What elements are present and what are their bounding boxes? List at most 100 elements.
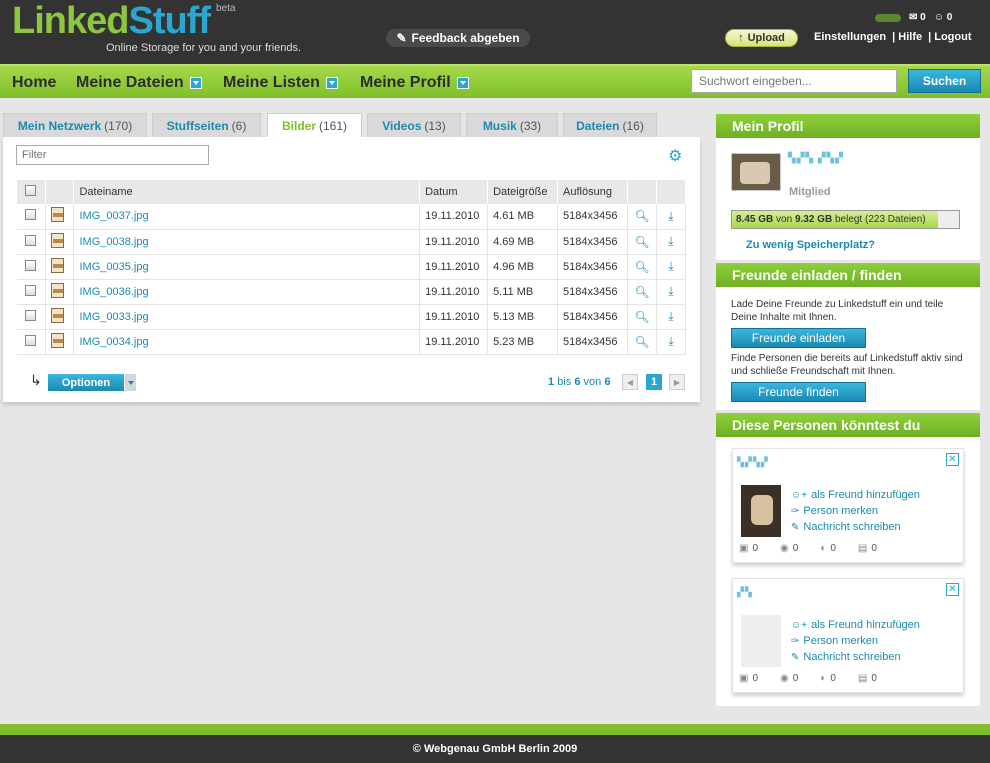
- tab-netzwerk[interactable]: Mein Netzwerk (170): [3, 113, 147, 137]
- nav-mein-profil[interactable]: Meine Profil: [360, 74, 469, 92]
- stat-value: 0: [871, 673, 877, 684]
- prev-page-button[interactable]: ◀: [622, 374, 638, 390]
- col-datum[interactable]: Datum: [419, 180, 489, 204]
- close-icon[interactable]: ✕: [946, 583, 959, 596]
- table-row[interactable]: IMG_0038.jpg 19.11.2010 4.69 MB 5184x3456 🔍︎…: [17, 229, 686, 255]
- row-checkbox[interactable]: [25, 284, 36, 296]
- chevron-down-icon[interactable]: [456, 77, 469, 89]
- file-name-link[interactable]: IMG_0036.jpg: [73, 279, 421, 305]
- invite-friends-button[interactable]: Freunde einladen: [731, 328, 866, 348]
- row-checkbox[interactable]: [25, 309, 36, 321]
- download-icon[interactable]: ⤓: [656, 254, 686, 280]
- file-size: 5.23 MB: [487, 329, 559, 355]
- row-checkbox[interactable]: [25, 259, 36, 271]
- remember-label: Person merken: [803, 505, 878, 517]
- profile-name-blurred[interactable]: ▚▞▚ ▞▚▞: [788, 153, 844, 164]
- add-friend-link[interactable]: ☺+ als Freund hinzufügen: [791, 619, 920, 631]
- write-message-link[interactable]: ✎ Nachricht schreiben: [791, 651, 901, 663]
- magnifier-icon[interactable]: 🔍︎: [627, 204, 657, 230]
- row-checkbox[interactable]: [25, 209, 36, 221]
- logo-part-b: Stuff: [128, 0, 211, 42]
- feedback-button[interactable]: ✎ Feedback abgeben: [386, 29, 530, 47]
- suggestion-avatar-placeholder[interactable]: [741, 615, 781, 667]
- close-icon[interactable]: ✕: [946, 453, 959, 466]
- filter-input[interactable]: [16, 145, 209, 165]
- col-dateigroesse[interactable]: Dateigröße: [487, 180, 559, 204]
- link-help[interactable]: | Hilfe: [892, 31, 922, 43]
- remember-person-link[interactable]: ✑ Person merken: [791, 505, 878, 517]
- page-von: von: [583, 376, 602, 388]
- current-page[interactable]: 1: [646, 374, 662, 390]
- suggestion-avatar[interactable]: [741, 485, 781, 537]
- download-icon[interactable]: ⤓: [656, 329, 686, 355]
- tab-bilder[interactable]: Bilder (161): [267, 113, 362, 138]
- logo[interactable]: LinkedStuff: [12, 0, 211, 43]
- link-logout[interactable]: | Logout: [928, 31, 971, 43]
- tab-videos[interactable]: Videos (13): [367, 113, 461, 137]
- options-label[interactable]: Optionen: [48, 374, 124, 391]
- table-row[interactable]: IMG_0034.jpg 19.11.2010 5.23 MB 5184x3456 🔍︎…: [17, 329, 686, 355]
- file-name-link[interactable]: IMG_0035.jpg: [73, 254, 421, 280]
- options-dropdown[interactable]: Optionen: [48, 374, 136, 391]
- magnifier-icon[interactable]: 🔍︎: [627, 304, 657, 330]
- chevron-down-icon[interactable]: [325, 77, 338, 89]
- file-icon-cell: [45, 229, 75, 255]
- pencil-icon: ✎: [791, 522, 800, 533]
- table-row[interactable]: IMG_0036.jpg 19.11.2010 5.11 MB 5184x3456 🔍︎…: [17, 279, 686, 305]
- tab-stuffseiten[interactable]: Stuffseiten (6): [152, 113, 261, 137]
- download-icon[interactable]: ⤓: [656, 279, 686, 305]
- mail-indicator[interactable]: ✉ 0: [909, 12, 926, 23]
- suggestion-name-blurred[interactable]: ▚▞▚▞: [737, 457, 769, 468]
- table-row[interactable]: IMG_0035.jpg 19.11.2010 4.96 MB 5184x3456 🔍︎…: [17, 254, 686, 280]
- tab-musik[interactable]: Musik (33): [466, 113, 558, 137]
- col-aufloesung[interactable]: Auflösung: [557, 180, 629, 204]
- remember-person-link[interactable]: ✑ Person merken: [791, 635, 878, 647]
- nav-meine-listen[interactable]: Meine Listen: [223, 74, 338, 92]
- files-icon: ▤: [857, 673, 868, 684]
- magnifier-icon[interactable]: 🔍︎: [627, 254, 657, 280]
- table-row[interactable]: IMG_0033.jpg 19.11.2010 5.13 MB 5184x3456 🔍︎…: [17, 304, 686, 330]
- magnifier-icon[interactable]: 🔍︎: [627, 229, 657, 255]
- gear-icon[interactable]: ⚙: [668, 146, 682, 166]
- chevron-down-icon[interactable]: [124, 374, 136, 391]
- file-date: 19.11.2010: [419, 304, 489, 330]
- images-icon: ▣: [739, 543, 749, 554]
- table-row[interactable]: IMG_0037.jpg 19.11.2010 4.61 MB 5184x3456 🔍︎…: [17, 204, 686, 230]
- download-icon[interactable]: ⤓: [656, 304, 686, 330]
- file-size: 4.61 MB: [487, 204, 559, 230]
- chevron-down-icon[interactable]: [189, 77, 202, 89]
- nav-home[interactable]: Home: [12, 74, 56, 92]
- magnifier-icon[interactable]: 🔍︎: [627, 279, 657, 305]
- tab-dateien[interactable]: Dateien (16): [563, 113, 657, 137]
- link-settings[interactable]: Einstellungen: [814, 31, 886, 43]
- download-icon[interactable]: ⤓: [656, 204, 686, 230]
- stat-value: 0: [752, 673, 759, 684]
- download-icon[interactable]: ⤓: [656, 229, 686, 255]
- magnifier-icon[interactable]: 🔍︎: [627, 329, 657, 355]
- row-checkbox[interactable]: [25, 334, 36, 346]
- need-more-storage-link[interactable]: Zu wenig Speicherplatz?: [746, 239, 875, 251]
- file-name-link[interactable]: IMG_0038.jpg: [73, 229, 421, 255]
- search-input[interactable]: [691, 69, 897, 93]
- search-button[interactable]: Suchen: [908, 69, 981, 93]
- tab-label: Mein Netzwerk: [17, 118, 102, 133]
- row-checkbox[interactable]: [25, 234, 36, 246]
- avatar[interactable]: [731, 153, 781, 191]
- file-resolution: 5184x3456: [557, 229, 629, 255]
- file-name-link[interactable]: IMG_0034.jpg: [73, 329, 421, 355]
- next-page-button[interactable]: ▶: [669, 374, 685, 390]
- select-all-checkbox[interactable]: [25, 185, 36, 196]
- feedback-label: Feedback abgeben: [411, 31, 520, 45]
- add-friend-link[interactable]: ☺+ als Freund hinzufügen: [791, 489, 920, 501]
- file-name-link[interactable]: IMG_0033.jpg: [73, 304, 421, 330]
- find-friends-button[interactable]: Freunde finden: [731, 382, 866, 402]
- friends-indicator[interactable]: ☺ 0: [934, 12, 953, 23]
- profile-header: Mein Profil: [716, 114, 980, 138]
- suggestion-name-blurred[interactable]: ▞▚: [737, 587, 753, 598]
- corner-arrow-icon: ↳: [30, 372, 42, 388]
- file-name-link[interactable]: IMG_0037.jpg: [73, 204, 421, 230]
- col-dateiname[interactable]: Dateiname: [73, 180, 421, 204]
- nav-meine-dateien[interactable]: Meine Dateien: [76, 74, 202, 92]
- upload-button[interactable]: ↑ Upload: [725, 29, 798, 47]
- write-message-link[interactable]: ✎ Nachricht schreiben: [791, 521, 901, 533]
